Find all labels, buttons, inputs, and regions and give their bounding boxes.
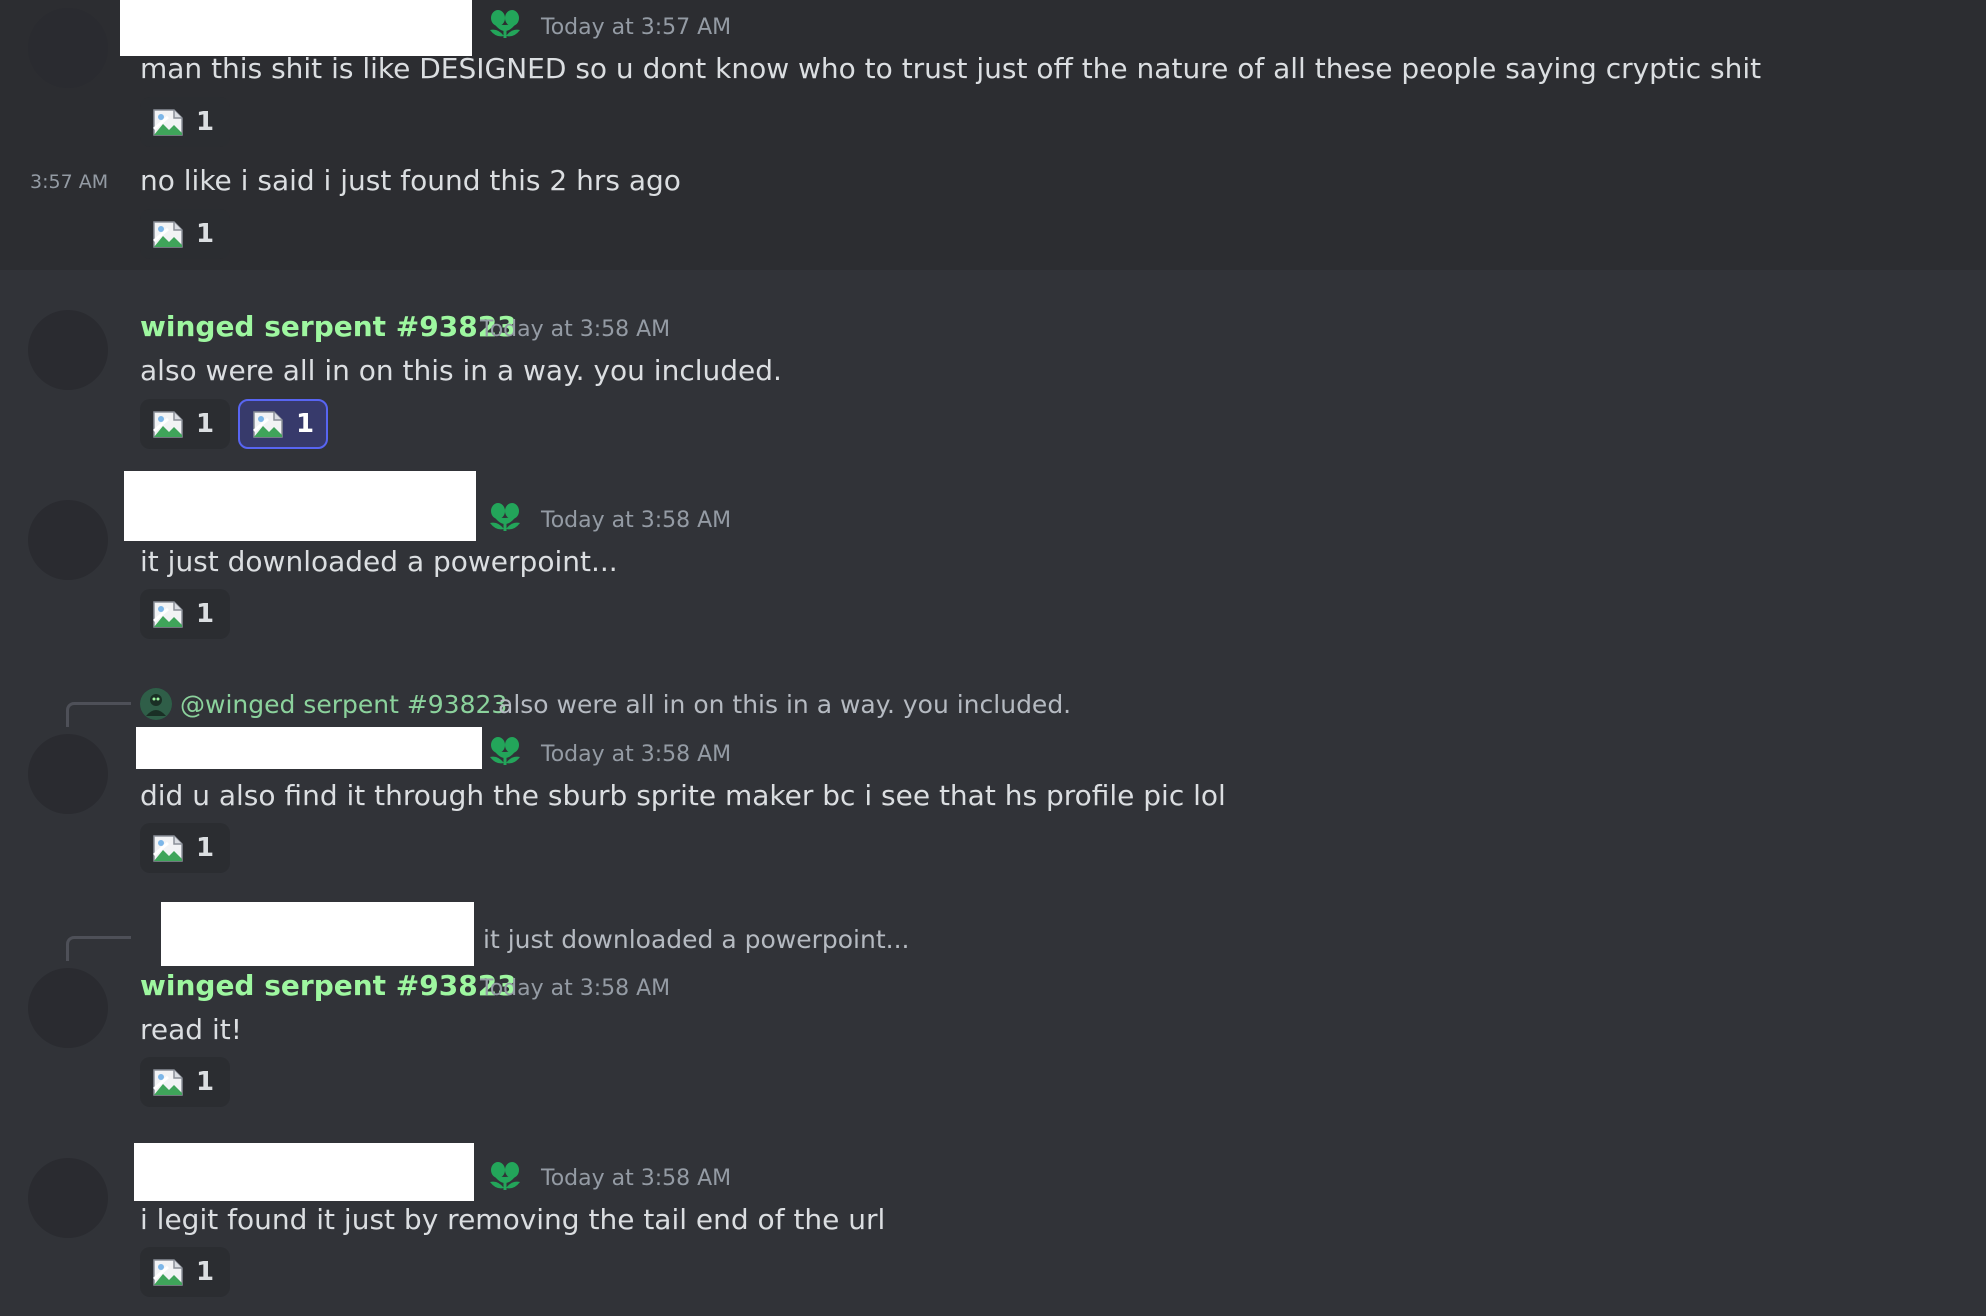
username[interactable]: winged serpent #93823 [140,969,517,1002]
message-content: also were all in on this in a way. you i… [140,354,782,387]
reply-connector [66,702,131,727]
reaction-button[interactable]: 1 [140,209,230,259]
message-content: did u also find it through the sburb spr… [140,779,1226,812]
reaction-button[interactable]: 1 [140,1057,230,1107]
message-side-timestamp: 3:57 AM [30,171,109,193]
reply-preview-text[interactable]: it just downloaded a powerpoint... [483,925,909,954]
broken-image-icon [152,833,184,863]
message-content: read it! [140,1013,242,1046]
reaction-count: 1 [296,409,315,439]
avatar[interactable] [28,734,108,814]
flower-icon [486,733,524,771]
reply-connector [66,936,131,961]
avatar[interactable] [28,8,108,88]
reaction-button[interactable]: 1 [140,1247,230,1297]
reaction-count: 1 [196,409,215,439]
redacted-reply-username [161,902,474,966]
reaction-count: 1 [196,833,215,863]
flower-icon [486,1158,524,1196]
broken-image-icon [152,599,184,629]
message-timestamp: Today at 3:58 AM [541,508,732,533]
reply-avatar[interactable] [140,688,172,720]
message-timestamp: Today at 3:58 AM [541,742,732,767]
broken-image-icon [252,409,284,439]
reply-username[interactable]: @winged serpent #93823 [180,690,507,719]
reply-preview-text[interactable]: also were all in on this in a way. you i… [498,690,1071,719]
reaction-count: 1 [196,1067,215,1097]
message-timestamp: Today at 3:58 AM [480,317,671,342]
broken-image-icon [152,409,184,439]
reaction-button[interactable]: 1 [140,399,230,449]
redacted-username [134,1143,474,1201]
reaction-count: 1 [196,107,215,137]
reaction-button[interactable]: 1 [140,589,230,639]
message-timestamp: Today at 3:58 AM [480,976,671,1001]
flower-icon [486,6,524,44]
reaction-count: 1 [196,1257,215,1287]
username[interactable]: winged serpent #93823 [140,310,517,343]
reaction-count: 1 [196,219,215,249]
redacted-username [124,471,476,541]
message-content: no like i said i just found this 2 hrs a… [140,164,681,197]
redacted-username [136,727,482,769]
message-timestamp: Today at 3:57 AM [541,15,732,40]
chat-message-list[interactable]: Today at 3:57 AM man this shit is like D… [0,0,1986,1316]
message-content: i legit found it just by removing the ta… [140,1203,886,1236]
broken-image-icon [152,219,184,249]
avatar-image [140,688,172,720]
broken-image-icon [152,107,184,137]
reaction-count: 1 [196,599,215,629]
avatar[interactable] [28,968,108,1048]
reaction-button[interactable]: 1 [140,97,230,147]
broken-image-icon [152,1067,184,1097]
avatar[interactable] [28,500,108,580]
message-timestamp: Today at 3:58 AM [541,1166,732,1191]
message-content: it just downloaded a powerpoint... [140,545,618,578]
message-content: man this shit is like DESIGNED so u dont… [140,52,1762,85]
avatar[interactable] [28,310,108,390]
broken-image-icon [152,1257,184,1287]
reaction-button[interactable]: 1 [140,823,230,873]
flower-icon [486,499,524,537]
redacted-username [120,0,472,56]
reaction-button-active[interactable]: 1 [238,399,328,449]
avatar[interactable] [28,1158,108,1238]
